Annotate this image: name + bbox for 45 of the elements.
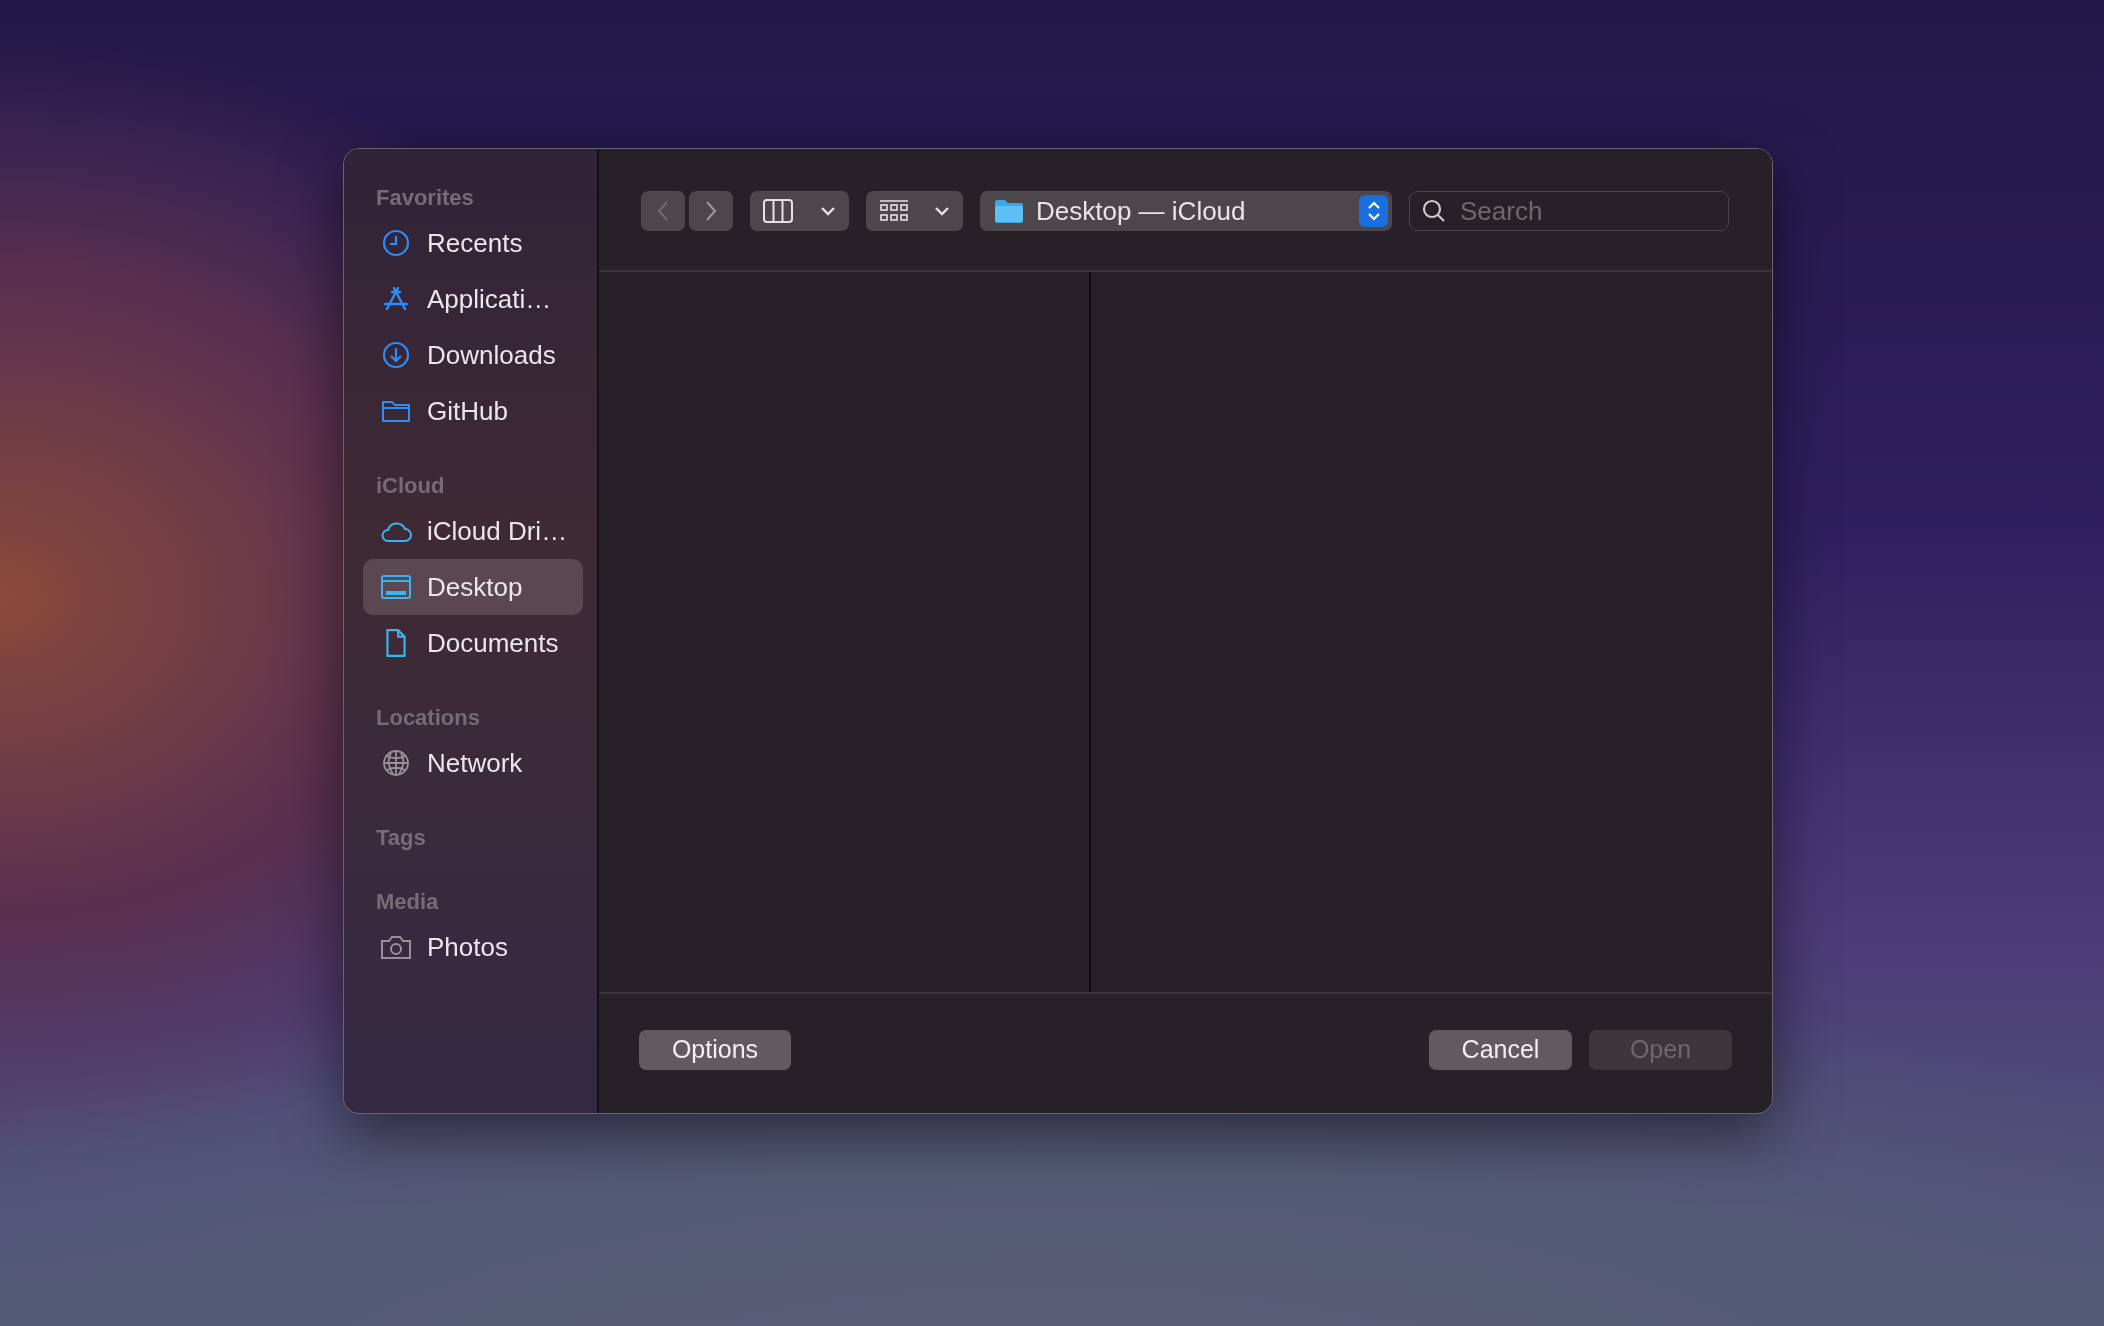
- cancel-button[interactable]: Cancel: [1429, 1029, 1572, 1070]
- sidebar-item[interactable]: Downloads: [363, 327, 583, 383]
- sidebar-section-header: Locations: [375, 704, 480, 732]
- sidebar-section-header: iCloud: [375, 472, 445, 500]
- options-button[interactable]: Options: [639, 1029, 791, 1070]
- sidebar-item-label: Photos: [427, 931, 508, 963]
- group-button[interactable]: [866, 191, 963, 231]
- stepper-icon: [1359, 195, 1388, 227]
- chevron-down-icon: [819, 206, 836, 216]
- sidebar-section-header: Media: [375, 888, 439, 916]
- chevron-left-icon: [657, 200, 669, 222]
- download-icon: [381, 340, 411, 370]
- path-popup[interactable]: Desktop — iCloud: [980, 191, 1392, 231]
- columns-icon: [763, 199, 794, 223]
- search-field[interactable]: Search: [1409, 191, 1729, 231]
- desktop-icon: [380, 574, 412, 600]
- sidebar-item-label: Downloads: [427, 339, 556, 371]
- sidebar-item[interactable]: GitHub: [363, 383, 583, 439]
- grid-icon: [878, 199, 909, 223]
- sidebar-item[interactable]: Applicati…: [363, 271, 583, 327]
- sidebar-item-selected[interactable]: Desktop: [363, 559, 583, 615]
- search-icon: [1422, 199, 1446, 223]
- globe-icon: [381, 748, 411, 778]
- sidebar-section-header: Favorites: [375, 184, 474, 212]
- chevron-down-icon: [934, 206, 951, 216]
- sidebar-section-header: Tags: [375, 824, 426, 852]
- camera-icon: [380, 933, 412, 961]
- column-view-button[interactable]: [750, 191, 849, 231]
- sidebar-item-label: Recents: [427, 227, 523, 259]
- sidebar-item[interactable]: iCloud Dri…: [363, 503, 583, 559]
- sidebar-item[interactable]: Photos: [363, 919, 583, 975]
- sidebar-item-label: Applicati…: [427, 283, 552, 315]
- sidebar-item[interactable]: Recents: [363, 215, 583, 271]
- folder-icon: [994, 199, 1024, 223]
- sidebar-item[interactable]: Documents: [363, 615, 583, 671]
- sidebar-item-label: iCloud Dri…: [427, 515, 568, 547]
- forward-button[interactable]: [689, 191, 733, 231]
- clock-icon: [381, 228, 411, 258]
- sidebar-item-label: Documents: [427, 627, 559, 659]
- document-icon: [383, 628, 409, 658]
- chevron-right-icon: [705, 200, 717, 222]
- sidebar-item-label: Network: [427, 747, 523, 779]
- sidebar-item-label: GitHub: [427, 395, 508, 427]
- sidebar-item-label: Desktop: [427, 571, 523, 603]
- sidebar-item[interactable]: Network: [363, 735, 583, 791]
